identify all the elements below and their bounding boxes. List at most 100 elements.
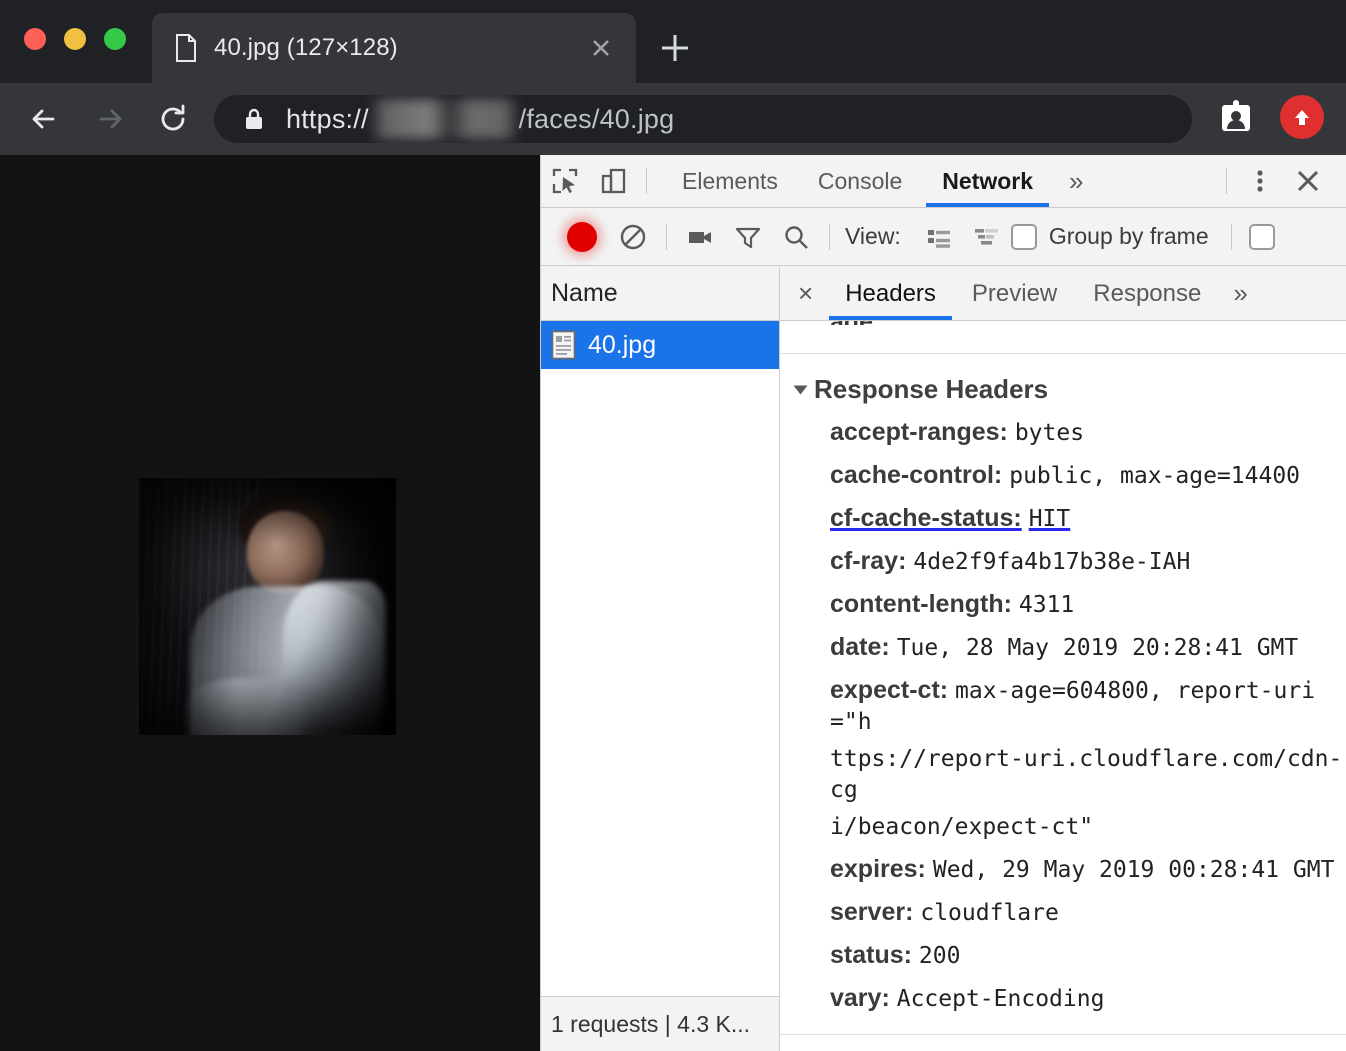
inspect-element-icon [550,166,580,196]
url-host-redacted [370,99,518,139]
request-name: 40.jpg [588,331,656,360]
toolbar-right-actions [1214,95,1324,139]
group-by-frame-label: Group by frame [1049,223,1209,250]
header-name: expires: [830,855,926,883]
reload-button[interactable] [150,96,196,142]
header-row: vary: Accept-Encoding [780,977,1346,1020]
tab-title: 40.jpg (127×128) [214,34,584,62]
group-by-frame-checkbox[interactable] [1011,224,1037,250]
headers-scroll-area[interactable]: age Response Headers accept-ranges: byte… [780,321,1346,1051]
divider [1226,168,1227,194]
record-button[interactable] [567,222,597,252]
requests-list: Name 40.jpg 1 requests | 4.3 K... [541,267,780,1051]
header-value: 4de2f9fa4b17b38e-IAH [913,549,1190,575]
detail-tab-headers[interactable]: Headers [827,267,954,320]
header-value-continued: ttps://report-uri.cloudflare.com/cdn-cg [830,746,1342,803]
view-waterfall-button[interactable] [963,208,1011,265]
divider [646,168,647,194]
tab-elements[interactable]: Elements [662,155,798,207]
header-row: date: Tue, 28 May 2019 20:28:41 GMT [780,626,1346,669]
update-arrow-icon [1290,105,1314,129]
secondary-checkbox[interactable] [1249,224,1275,250]
image-viewer [0,155,540,1051]
header-value: 4311 [1019,592,1074,618]
header-value-wrap-line: i/beacon/expect-ct" [780,811,1346,848]
devtools-close-button[interactable] [1284,166,1332,196]
detail-close-button[interactable]: × [794,278,827,309]
header-value-wrap-line: ttps://report-uri.cloudflare.com/cdn-cg [780,743,1346,811]
header-row: accept-ranges: bytes [780,411,1346,454]
browser-tab[interactable]: 40.jpg (127×128) [152,13,636,83]
view-label: View: [845,223,901,250]
header-row: server: cloudflare [780,891,1346,934]
camera-icon [685,222,715,252]
devtools-tabs-overflow[interactable]: » [1053,166,1099,197]
document-icon [174,34,198,62]
chevron-down-icon [794,385,808,394]
address-bar[interactable]: https:// /faces/40.jpg [214,95,1192,143]
inspect-element-button[interactable] [541,155,589,207]
url-text: https:// /faces/40.jpg [286,99,674,139]
close-window-button[interactable] [24,28,46,50]
request-headers-section-title[interactable]: Request Headers [780,1035,1346,1051]
portrait-photo [139,478,396,735]
minimize-window-button[interactable] [64,28,86,50]
devtools-panel: Elements Console Network » [540,155,1346,1051]
profile-card-icon[interactable] [1214,95,1258,139]
request-row-40jpg[interactable]: 40.jpg [541,321,779,369]
header-row: cf-ray: 4de2f9fa4b17b38e-IAH [780,540,1346,583]
device-toolbar-button[interactable] [589,155,637,207]
devtools-menu-button[interactable] [1236,166,1284,196]
divider [666,224,667,250]
forward-button[interactable] [86,96,132,142]
header-value: Accept-Encoding [897,986,1105,1012]
header-row: status: 200 [780,934,1346,977]
header-name: date: [830,633,890,661]
clear-icon [618,222,648,252]
detail-tabs-overflow[interactable]: » [1219,278,1261,309]
request-detail: × Headers Preview Response » age Respons… [780,267,1346,1051]
image-doc-icon [551,330,576,360]
update-available-badge[interactable] [1280,95,1324,139]
tab-network[interactable]: Network [922,155,1053,207]
header-row-highlighted: cf-cache-status: HIT [780,497,1346,540]
header-value: public, max-age=14400 [1009,463,1300,489]
new-tab-button[interactable] [652,26,698,70]
clear-button[interactable] [609,208,657,265]
back-button[interactable] [22,96,68,142]
browser-window: 40.jpg (127×128) https:// /face [0,0,1346,1051]
header-value: 200 [919,943,961,969]
tab-console[interactable]: Console [798,155,922,207]
detail-tab-preview[interactable]: Preview [954,267,1075,320]
response-headers-title-text: Response Headers [814,374,1048,405]
view-list-button[interactable] [915,208,963,265]
maximize-window-button[interactable] [104,28,126,50]
close-icon [1293,166,1323,196]
header-name: cache-control: [830,461,1002,489]
header-row: expires: Wed, 29 May 2019 00:28:41 GMT [780,848,1346,891]
header-row: content-length: 4311 [780,583,1346,626]
header-name: cf-cache-status: [830,504,1022,532]
devtools-topbar: Elements Console Network » [541,155,1346,208]
scrolled-off-header: age [780,321,1346,325]
header-name: expect-ct: [830,676,948,704]
capture-screenshots-button[interactable] [676,208,724,265]
network-toolbar: View: Group by frame [541,208,1346,266]
device-toolbar-icon [598,166,628,196]
devtools-tabs: Elements Console Network » [662,155,1099,207]
header-name: cf-ray: [830,547,906,575]
divider [1231,224,1232,250]
devtools-topbar-right [1217,166,1346,196]
header-value: Tue, 28 May 2019 20:28:41 GMT [897,635,1299,661]
waterfall-view-icon [972,222,1002,252]
filter-button[interactable] [724,208,772,265]
header-row: cache-control: public, max-age=14400 [780,454,1346,497]
kebab-menu-icon [1245,166,1275,196]
header-name: vary: [830,984,890,1012]
response-headers-section-title[interactable]: Response Headers [780,354,1346,411]
close-tab-button[interactable] [584,31,618,65]
search-button[interactable] [772,208,820,265]
header-row: expect-ct: max-age=604800, report-uri="h [780,669,1346,743]
detail-tabs: × Headers Preview Response » [780,267,1346,321]
detail-tab-response[interactable]: Response [1075,267,1219,320]
